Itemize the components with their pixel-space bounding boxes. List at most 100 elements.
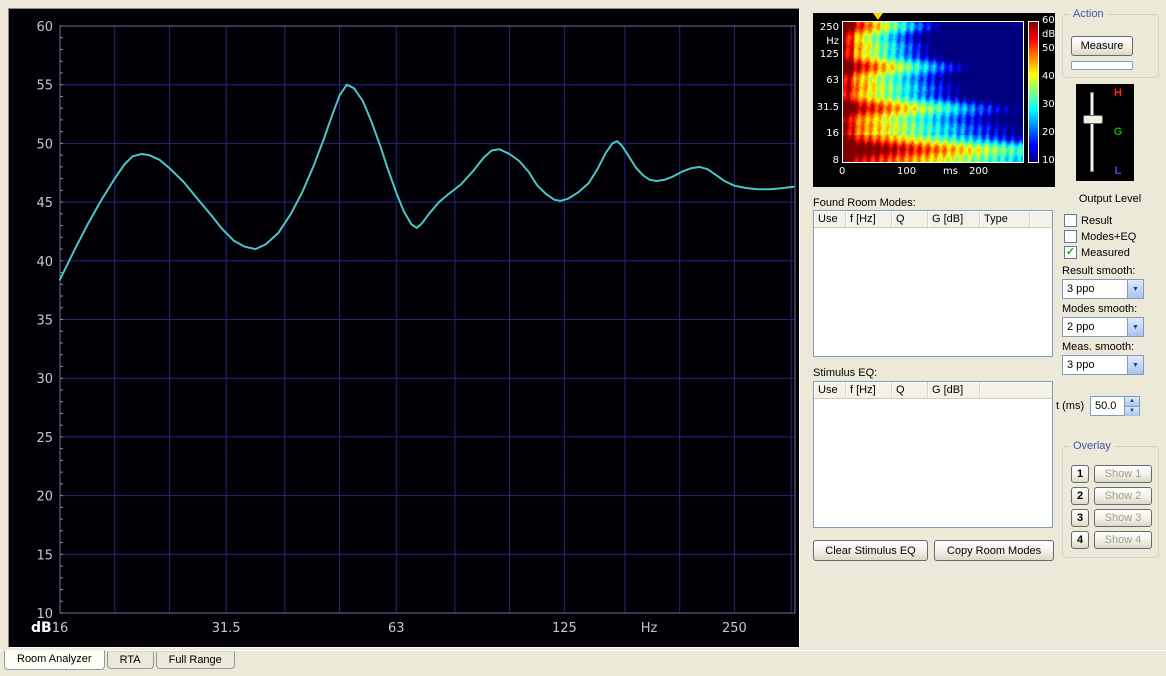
checkbox-label: Measured (1081, 247, 1130, 259)
table-header-row: Usef [Hz]QG [dB] (814, 382, 1052, 399)
spectrogram-time-label: 100 (897, 166, 916, 177)
smoothing-controls: Result smooth:3 ppo▼Modes smooth:2 ppo▼M… (1062, 265, 1144, 379)
overlay-show-button-1[interactable]: Show 1 (1094, 465, 1152, 483)
t-ms-spinner[interactable]: 50.0 ▲▼ (1090, 396, 1140, 416)
overlay-row-2: 2 Show 2 (1071, 487, 1158, 505)
spectrogram-freq-label: 63 (813, 75, 839, 86)
spectrogram-colorbar (1028, 21, 1039, 163)
overlay-slot-button-1[interactable]: 1 (1071, 465, 1089, 483)
copy-room-modes-button[interactable]: Copy Room Modes (934, 540, 1054, 561)
spectrogram-db-label: 10 (1042, 155, 1055, 166)
svg-text:50: 50 (36, 137, 53, 152)
column-header-q[interactable]: Q (892, 211, 928, 227)
column-header-filler (980, 382, 1052, 398)
spin-up-icon[interactable]: ▲ (1125, 397, 1139, 407)
column-header-f-hz-[interactable]: f [Hz] (846, 211, 892, 227)
clear-stimulus-eq-button[interactable]: Clear Stimulus EQ (813, 540, 928, 561)
room-analyzer-window: 60555045403530252015101631.563125250HzdB… (0, 0, 1166, 676)
overlay-groupbox: Overlay 1Show 12Show 23Show 34Show 4 (1062, 446, 1159, 558)
spectrogram-panel: 250Hz1256331.51680100ms20060dB5040302010 (813, 13, 1055, 187)
spectrogram-db-label: dB (1042, 29, 1055, 40)
dropdown-value: 3 ppo (1063, 280, 1127, 298)
overlay-row-4: 4 Show 4 (1071, 531, 1158, 549)
svg-text:125: 125 (552, 621, 577, 636)
spectrogram-freq-label: 125 (813, 49, 839, 60)
spectrogram-db-label: 50 (1042, 43, 1055, 54)
checkbox-checked-icon[interactable]: ✓ (1064, 246, 1077, 259)
chevron-down-icon[interactable]: ▼ (1127, 356, 1143, 374)
t-ms-spin-buttons: ▲▼ (1124, 397, 1139, 415)
tab-room-analyzer[interactable]: Room Analyzer (4, 650, 105, 670)
spectrogram-heatmap (842, 21, 1024, 163)
spectrogram-freq-label: 250 (813, 22, 839, 33)
column-header-q[interactable]: Q (892, 382, 928, 398)
overlay-show-button-2[interactable]: Show 2 (1094, 487, 1152, 505)
column-header-f-hz-[interactable]: f [Hz] (846, 382, 892, 398)
dropdown-value: 2 ppo (1063, 318, 1127, 336)
stimulus-eq-label: Stimulus EQ: (813, 367, 877, 379)
svg-text:15: 15 (36, 548, 53, 563)
measure-button[interactable]: Measure (1071, 36, 1133, 56)
checkbox-unchecked-icon[interactable] (1064, 214, 1077, 227)
spectrogram-time-label: 200 (969, 166, 988, 177)
dropdown-result-smooth-[interactable]: 3 ppo▼ (1062, 279, 1144, 299)
found-room-modes-table[interactable]: Usef [Hz]QG [dB]Type (813, 210, 1053, 357)
level-mid-label: G (1110, 126, 1126, 138)
spectrogram-time-label: 0 (839, 166, 845, 177)
overlay-slot-button-3[interactable]: 3 (1071, 509, 1089, 527)
overlay-slot-button-2[interactable]: 2 (1071, 487, 1089, 505)
level-low-label: L (1110, 165, 1126, 177)
overlay-show-button-4[interactable]: Show 4 (1094, 531, 1152, 549)
column-header-filler (1030, 211, 1052, 227)
found-room-modes-label: Found Room Modes: (813, 197, 916, 209)
spectrogram-cursor-marker[interactable] (873, 13, 883, 20)
checkbox-unchecked-icon[interactable] (1064, 230, 1077, 243)
svg-text:20: 20 (36, 490, 53, 505)
output-level-panel: H G L (1076, 84, 1134, 181)
checkbox-label: Modes+EQ (1081, 231, 1136, 243)
table-body[interactable] (814, 399, 1052, 528)
response-curve-plot: 60555045403530252015101631.563125250HzdB (9, 9, 799, 647)
spectrogram-db-label: 20 (1042, 127, 1055, 138)
level-high-label: H (1110, 87, 1126, 99)
spectrogram-time-label: ms (943, 166, 958, 177)
spin-down-icon[interactable]: ▼ (1125, 407, 1139, 416)
column-header-type[interactable]: Type (980, 211, 1030, 227)
svg-text:60: 60 (36, 20, 53, 35)
output-level-slider[interactable] (1090, 92, 1094, 172)
tab-full-range[interactable]: Full Range (156, 651, 235, 669)
overlay-slot-button-4[interactable]: 4 (1071, 531, 1089, 549)
svg-text:dB: dB (31, 620, 52, 636)
stimulus-eq-table[interactable]: Usef [Hz]QG [dB] (813, 381, 1053, 528)
dropdown-meas-smooth-[interactable]: 3 ppo▼ (1062, 355, 1144, 375)
svg-text:31.5: 31.5 (212, 621, 241, 636)
spectrogram-freq-label: 16 (813, 128, 839, 139)
frequency-response-chart: 60555045403530252015101631.563125250HzdB (8, 8, 800, 648)
overlay-show-button-3[interactable]: Show 3 (1094, 509, 1152, 527)
svg-text:45: 45 (36, 196, 53, 211)
chevron-down-icon[interactable]: ▼ (1127, 318, 1143, 336)
checkbox-row-measured[interactable]: ✓ Measured (1064, 245, 1136, 260)
checkbox-row-result[interactable]: Result (1064, 213, 1136, 228)
table-body[interactable] (814, 228, 1052, 357)
column-header-g-db-[interactable]: G [dB] (928, 382, 980, 398)
column-header-use[interactable]: Use (814, 211, 846, 227)
svg-text:55: 55 (36, 79, 53, 94)
column-header-use[interactable]: Use (814, 382, 846, 398)
spectrogram-db-label: 30 (1042, 99, 1055, 110)
svg-text:16: 16 (52, 621, 69, 636)
column-header-g-db-[interactable]: G [dB] (928, 211, 980, 227)
dropdown-modes-smooth-[interactable]: 2 ppo▼ (1062, 317, 1144, 337)
overlay-row-1: 1 Show 1 (1071, 465, 1158, 483)
display-options: Result Modes+EQ ✓ Measured (1064, 213, 1136, 261)
output-level-slider-thumb[interactable] (1083, 115, 1103, 124)
chevron-down-icon[interactable]: ▼ (1127, 280, 1143, 298)
svg-text:30: 30 (36, 372, 53, 387)
t-ms-value[interactable]: 50.0 (1091, 397, 1124, 415)
smoothing-label: Result smooth: (1062, 265, 1144, 277)
spectrogram-db-label: 40 (1042, 71, 1055, 82)
checkbox-row-modes-eq[interactable]: Modes+EQ (1064, 229, 1136, 244)
overlay-group-label: Overlay (1070, 440, 1114, 452)
spectrogram-freq-label: 31.5 (813, 102, 839, 113)
tab-rta[interactable]: RTA (107, 651, 154, 669)
